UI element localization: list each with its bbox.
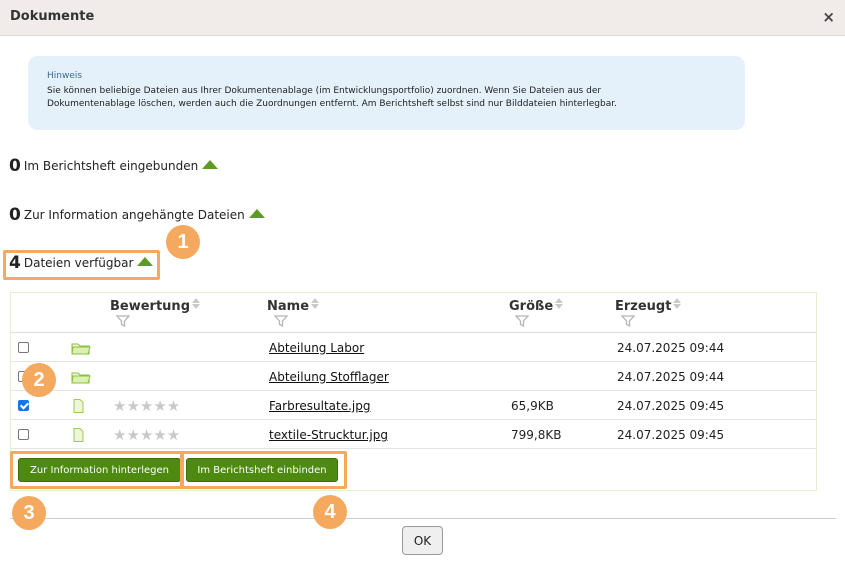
section-label: Dateien verfügbar <box>23 256 134 270</box>
file-icon <box>73 399 84 413</box>
section-available[interactable]: 4 Dateien verfügbar <box>9 253 154 273</box>
filter-icon[interactable] <box>116 314 130 328</box>
hint-box: Hinweis Sie können beliebige Dateien aus… <box>28 56 745 130</box>
file-name-link[interactable]: Farbresultate.jpg <box>269 399 370 413</box>
table-header: Bewertung Name Größe Erzeugt <box>11 293 816 333</box>
filter-icon[interactable] <box>515 314 529 328</box>
column-header-name[interactable]: Name <box>267 298 320 314</box>
ok-button[interactable]: OK <box>402 526 443 555</box>
created-date: 24.07.2025 09:44 <box>617 341 725 355</box>
created-date: 24.07.2025 09:45 <box>617 399 725 413</box>
filter-icon[interactable] <box>274 314 288 328</box>
hint-text: Sie können beliebige Dateien aus Ihrer D… <box>47 86 617 109</box>
file-name-link[interactable]: Abteilung Labor <box>269 341 364 355</box>
file-name-link[interactable]: textile-Strucktur.jpg <box>269 428 388 442</box>
hint-heading: Hinweis <box>47 71 83 81</box>
embed-button[interactable]: Im Berichtsheft einbinden <box>186 458 338 482</box>
created-date: 24.07.2025 09:45 <box>617 428 725 442</box>
divider <box>10 518 836 519</box>
table-row[interactable]: Abteilung Labor 24.07.2025 09:44 <box>11 333 816 362</box>
section-attached[interactable]: 0 Zur Information angehängte Dateien <box>9 205 265 225</box>
close-icon[interactable]: × <box>822 8 835 26</box>
sort-icon <box>555 298 564 309</box>
section-count: 0 <box>9 156 21 176</box>
row-checkbox[interactable] <box>18 400 29 411</box>
rating-stars[interactable]: ★★★★★ <box>113 397 180 415</box>
section-label: Zur Information angehängte Dateien <box>23 208 245 222</box>
file-size: 65,9KB <box>511 399 554 413</box>
dialog-titlebar: Dokumente × <box>0 0 845 36</box>
sort-icon <box>192 298 200 309</box>
collapse-arrow-icon[interactable] <box>248 209 265 218</box>
column-header-created[interactable]: Erzeugt <box>615 298 682 314</box>
annotation-badge: 1 <box>166 225 200 259</box>
sort-icon <box>311 298 320 309</box>
table-row[interactable]: ★★★★★ Farbresultate.jpg 65,9KB 24.07.202… <box>11 391 816 420</box>
rating-stars[interactable]: ★★★★★ <box>113 426 180 444</box>
file-icon <box>73 428 84 442</box>
section-count: 0 <box>9 205 21 225</box>
column-header-size[interactable]: Größe <box>509 298 564 314</box>
section-embedded[interactable]: 0 Im Berichtsheft eingebunden <box>9 156 219 176</box>
attach-info-button[interactable]: Zur Information hinterlegen <box>18 458 181 482</box>
table-row[interactable]: Abteilung Stofflager 24.07.2025 09:44 <box>11 362 816 391</box>
annotation-badge: 3 <box>12 496 46 530</box>
row-checkbox[interactable] <box>18 429 29 440</box>
filter-icon[interactable] <box>621 314 635 328</box>
dialog-title: Dokumente <box>10 9 95 24</box>
collapse-arrow-icon[interactable] <box>202 160 219 169</box>
created-date: 24.07.2025 09:44 <box>617 370 725 384</box>
annotation-badge: 4 <box>313 495 347 529</box>
table-row[interactable]: ★★★★★ textile-Strucktur.jpg 799,8KB 24.0… <box>11 420 816 449</box>
section-count: 4 <box>9 253 21 273</box>
column-header-rating[interactable]: Bewertung <box>110 298 200 314</box>
row-checkbox[interactable] <box>18 342 29 353</box>
collapse-arrow-icon[interactable] <box>137 257 154 266</box>
folder-icon <box>71 343 91 355</box>
annotation-badge: 2 <box>22 363 56 397</box>
section-label: Im Berichtsheft eingebunden <box>23 159 199 173</box>
folder-icon <box>71 372 91 384</box>
file-name-link[interactable]: Abteilung Stofflager <box>269 370 389 384</box>
file-size: 799,8KB <box>511 428 562 442</box>
sort-icon <box>673 298 682 309</box>
